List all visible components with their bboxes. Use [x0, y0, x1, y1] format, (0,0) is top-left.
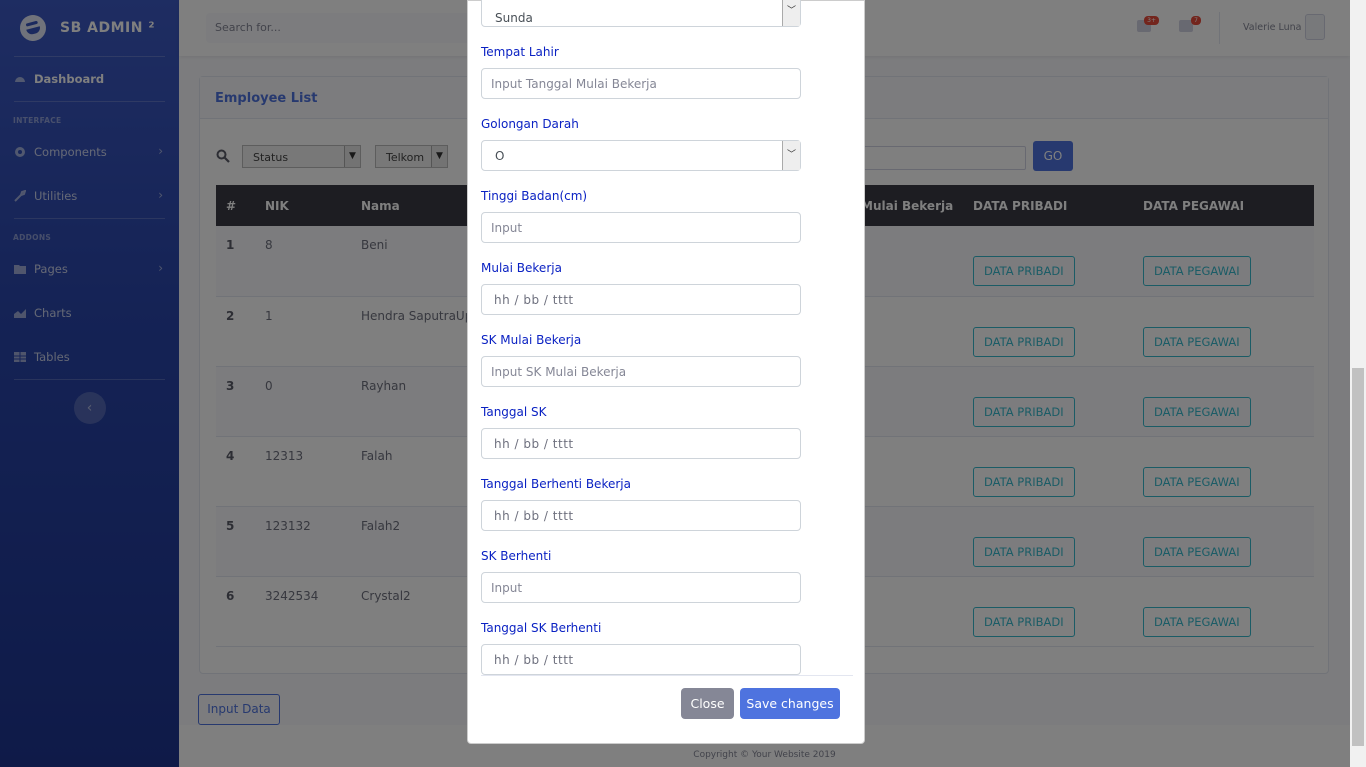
tanggal-berhenti-date-input[interactable]: hh / bb / tttt: [481, 500, 801, 531]
page-scrollbar[interactable]: [1350, 0, 1366, 767]
mulai-bekerja-date-input[interactable]: hh / bb / tttt: [481, 284, 801, 315]
sk-berhenti-input[interactable]: Input: [481, 572, 801, 603]
suku-select-value: Sunda: [495, 11, 533, 25]
tempat-lahir-input[interactable]: Input Tanggal Mulai Bekerja: [481, 68, 801, 99]
tinggi-badan-label: Tinggi Badan(cm): [481, 189, 588, 203]
sk-mulai-bekerja-input[interactable]: Input SK Mulai Bekerja: [481, 356, 801, 387]
modal-footer-divider: [481, 675, 853, 676]
tanggal-sk-date-input[interactable]: hh / bb / tttt: [481, 428, 801, 459]
save-changes-button[interactable]: Save changes: [740, 688, 840, 719]
golongan-darah-select[interactable]: O ﹀: [481, 140, 801, 171]
golongan-darah-label: Golongan Darah: [481, 117, 579, 131]
tanggal-sk-berhenti-label: Tanggal SK Berhenti: [481, 621, 602, 635]
tanggal-sk-berhenti-date-input[interactable]: hh / bb / tttt: [481, 644, 801, 675]
golongan-darah-value: O: [495, 149, 505, 163]
mulai-bekerja-label: Mulai Bekerja: [481, 261, 562, 275]
tanggal-berhenti-label: Tanggal Berhenti Bekerja: [481, 477, 631, 491]
tanggal-sk-label: Tanggal SK: [481, 405, 547, 419]
sk-mulai-bekerja-label: SK Mulai Bekerja: [481, 333, 582, 347]
close-button[interactable]: Close: [681, 688, 734, 719]
scrollbar-thumb[interactable]: [1352, 368, 1364, 746]
tinggi-badan-input[interactable]: Input: [481, 212, 801, 243]
chevron-down-icon: ﹀: [782, 0, 800, 26]
input-data-modal: Sunda ﹀ Tempat Lahir Input Tanggal Mulai…: [467, 0, 865, 744]
tempat-lahir-label: Tempat Lahir: [481, 45, 559, 59]
sk-berhenti-label: SK Berhenti: [481, 549, 552, 563]
suku-select[interactable]: Sunda ﹀: [481, 0, 801, 27]
chevron-down-icon: ﹀: [782, 141, 800, 170]
